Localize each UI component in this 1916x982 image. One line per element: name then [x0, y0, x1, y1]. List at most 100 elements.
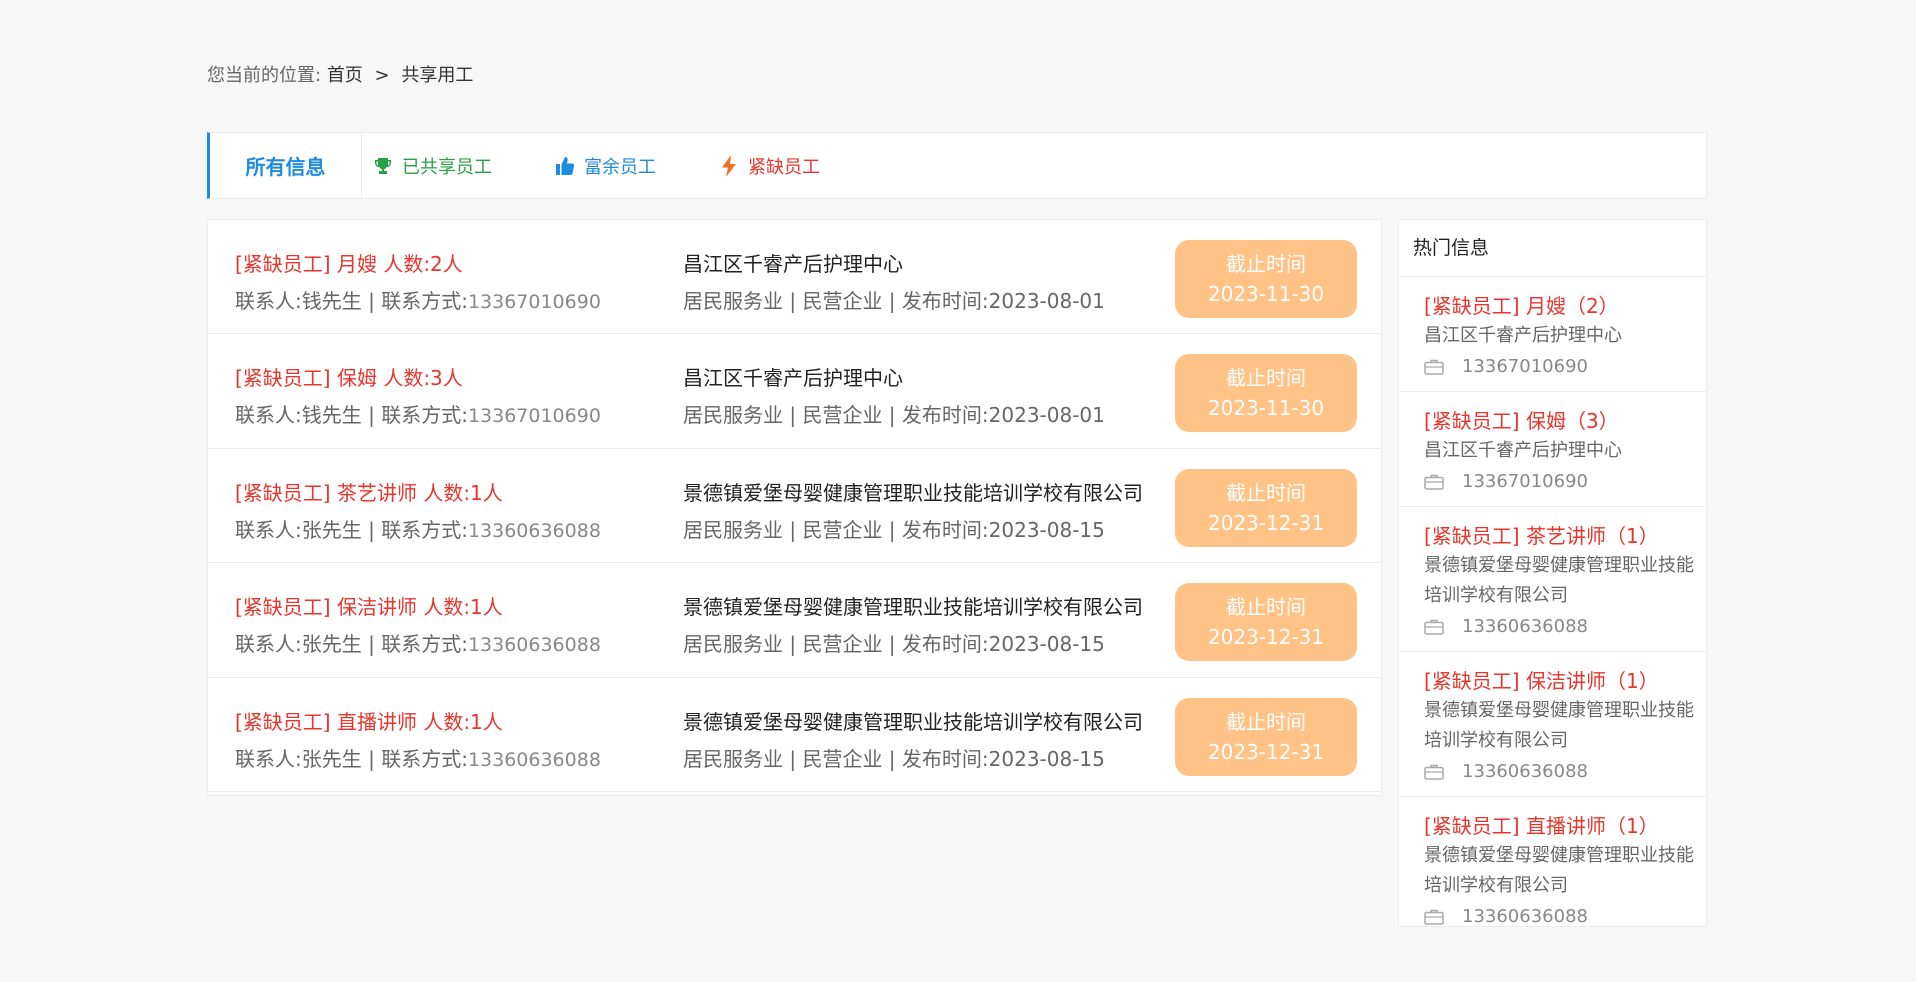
deadline-label: 截止时间 — [1226, 480, 1306, 505]
job-contact: 联系人:钱先生 | 联系方式:13367010690 — [235, 285, 601, 314]
deadline-badge[interactable]: 截止时间 2023-11-30 — [1175, 240, 1357, 318]
job-phone: 13360636088 — [467, 748, 601, 771]
job-meta: 居民服务业 | 民营企业 | 发布时间:2023-08-15 — [683, 746, 1105, 771]
hot-item-phone: 13367010690 — [1462, 471, 1588, 492]
job-title[interactable]: [紧缺员工] 月嫂 人数:2人 — [235, 248, 463, 277]
job-contact: 联系人:张先生 | 联系方式:13360636088 — [235, 514, 601, 543]
hot-item-company: 昌江区千睿产后护理中心 — [1424, 325, 1622, 346]
deadline-label: 截止时间 — [1226, 595, 1306, 620]
deadline-date: 2023-11-30 — [1207, 396, 1325, 421]
tab-surplus-label: 富余员工 — [584, 156, 656, 178]
deadline-badge[interactable]: 截止时间 2023-12-31 — [1175, 583, 1357, 662]
breadcrumb-current: 共享用工 — [401, 65, 474, 86]
tab-all-info[interactable]: 所有信息 — [210, 133, 362, 198]
lightning-icon — [718, 154, 740, 177]
hot-item-phone-row: 13360636088 — [1424, 611, 1694, 643]
deadline-date: 2023-12-31 — [1207, 510, 1325, 535]
job-contact-label: 联系人:张先生 | 联系方式: — [235, 517, 468, 542]
hot-info-heading: 热门信息 — [1399, 220, 1706, 277]
job-meta: 居民服务业 | 民营企业 | 发布时间:2023-08-01 — [683, 289, 1105, 313]
briefcase-icon — [1424, 909, 1444, 925]
hot-item-title[interactable]: [紧缺员工] 保洁讲师（1） — [1424, 666, 1694, 696]
job-list-row[interactable]: [紧缺员工] 月嫂 人数:2人 联系人:钱先生 | 联系方式:133670106… — [208, 220, 1381, 335]
hot-info-list: [紧缺员工] 月嫂（2） 昌江区千睿产后护理中心 13367010690 [紧缺… — [1399, 277, 1706, 927]
thumbs-up-icon — [554, 155, 576, 177]
deadline-label: 截止时间 — [1226, 366, 1306, 391]
category-tabbar: 所有信息 已共享员工 富余员工 紧缺员工 — [207, 132, 1707, 199]
hot-item-phone-row: 13360636088 — [1424, 756, 1694, 788]
briefcase-icon — [1424, 764, 1444, 780]
job-title[interactable]: [紧缺员工] 茶艺讲师 人数:1人 — [235, 477, 503, 506]
hot-item-phone-row: 13367010690 — [1424, 351, 1694, 383]
hot-item-company: 景德镇爱堡母婴健康管理职业技能培训学校有限公司 — [1424, 700, 1694, 751]
job-list: [紧缺员工] 月嫂 人数:2人 联系人:钱先生 | 联系方式:133670106… — [207, 219, 1382, 796]
hot-item-company: 景德镇爱堡母婴健康管理职业技能培训学校有限公司 — [1424, 555, 1694, 606]
breadcrumb: 您当前的位置: 首页 > 共享用工 — [207, 63, 473, 89]
job-phone: 13367010690 — [467, 291, 601, 313]
job-contact-label: 联系人:钱先生 | 联系方式: — [235, 403, 468, 428]
job-list-row[interactable]: [紧缺员工] 保洁讲师 人数:1人 联系人:张先生 | 联系方式:1336063… — [208, 563, 1381, 678]
job-phone: 13360636088 — [467, 519, 601, 542]
hot-item-title[interactable]: [紧缺员工] 保姆（3） — [1424, 406, 1694, 436]
job-contact: 联系人:钱先生 | 联系方式:13367010690 — [235, 399, 601, 428]
deadline-badge[interactable]: 截止时间 2023-12-31 — [1175, 697, 1357, 776]
job-title[interactable]: [紧缺员工] 保洁讲师 人数:1人 — [235, 591, 503, 620]
job-phone: 13367010690 — [467, 405, 601, 428]
hot-info-item[interactable]: [紧缺员工] 直播讲师（1） 景德镇爱堡母婴健康管理职业技能培训学校有限公司 1… — [1399, 797, 1706, 927]
hot-item-title[interactable]: [紧缺员工] 茶艺讲师（1） — [1424, 521, 1694, 551]
breadcrumb-home-link[interactable]: 首页 — [327, 65, 363, 86]
job-title[interactable]: [紧缺员工] 保姆 人数:3人 — [235, 362, 463, 391]
tab-urgent-employees[interactable]: 紧缺员工 — [718, 133, 820, 198]
hot-item-phone-row: 13367010690 — [1424, 466, 1694, 498]
briefcase-icon — [1424, 474, 1444, 490]
briefcase-icon — [1424, 619, 1444, 635]
deadline-label: 截止时间 — [1226, 709, 1306, 734]
hot-item-title[interactable]: [紧缺员工] 直播讲师（1） — [1424, 811, 1694, 841]
deadline-date: 2023-12-31 — [1207, 739, 1325, 764]
trophy-icon — [372, 155, 394, 177]
job-company[interactable]: 昌江区千睿产后护理中心 — [683, 362, 903, 391]
job-list-row[interactable]: [紧缺员工] 茶艺讲师 人数:1人 联系人:张先生 | 联系方式:1336063… — [208, 449, 1381, 564]
hot-item-phone: 13360636088 — [1462, 616, 1588, 637]
hot-info-item[interactable]: [紧缺员工] 保洁讲师（1） 景德镇爱堡母婴健康管理职业技能培训学校有限公司 1… — [1399, 652, 1706, 797]
job-contact-label: 联系人:钱先生 | 联系方式: — [235, 289, 468, 313]
deadline-label: 截止时间 — [1226, 252, 1306, 276]
hot-item-phone: 13360636088 — [1462, 906, 1588, 927]
job-company[interactable]: 景德镇爱堡母婴健康管理职业技能培训学校有限公司 — [683, 706, 1143, 735]
hot-info-item[interactable]: [紧缺员工] 保姆（3） 昌江区千睿产后护理中心 13367010690 — [1399, 392, 1706, 507]
job-company[interactable]: 景德镇爱堡母婴健康管理职业技能培训学校有限公司 — [683, 591, 1143, 620]
job-meta: 居民服务业 | 民营企业 | 发布时间:2023-08-01 — [683, 403, 1105, 428]
deadline-badge[interactable]: 截止时间 2023-11-30 — [1175, 354, 1357, 433]
breadcrumb-separator: > — [374, 65, 390, 86]
job-list-row[interactable]: [紧缺员工] 直播讲师 人数:1人 联系人:张先生 | 联系方式:1336063… — [208, 678, 1381, 792]
tab-urgent-label: 紧缺员工 — [748, 156, 820, 178]
hot-info-item[interactable]: [紧缺员工] 茶艺讲师（1） 景德镇爱堡母婴健康管理职业技能培训学校有限公司 1… — [1399, 507, 1706, 652]
job-contact-label: 联系人:张先生 | 联系方式: — [235, 632, 468, 657]
hot-item-company: 景德镇爱堡母婴健康管理职业技能培训学校有限公司 — [1424, 845, 1694, 896]
job-meta: 居民服务业 | 民营企业 | 发布时间:2023-08-15 — [683, 632, 1105, 657]
job-contact-label: 联系人:张先生 | 联系方式: — [235, 746, 468, 771]
job-contact: 联系人:张先生 | 联系方式:13360636088 — [235, 628, 601, 657]
job-list-row[interactable]: [紧缺员工] 保姆 人数:3人 联系人:钱先生 | 联系方式:133670106… — [208, 334, 1381, 449]
tab-shared-employees[interactable]: 已共享员工 — [372, 133, 492, 198]
deadline-date: 2023-12-31 — [1207, 625, 1325, 650]
job-phone: 13360636088 — [467, 634, 601, 657]
hot-item-phone-row: 13360636088 — [1424, 901, 1694, 927]
hot-item-company: 昌江区千睿产后护理中心 — [1424, 440, 1622, 461]
job-company[interactable]: 昌江区千睿产后护理中心 — [683, 248, 903, 277]
deadline-badge[interactable]: 截止时间 2023-12-31 — [1175, 468, 1357, 547]
hot-info-item[interactable]: [紧缺员工] 月嫂（2） 昌江区千睿产后护理中心 13367010690 — [1399, 277, 1706, 392]
tab-shared-label: 已共享员工 — [402, 156, 492, 178]
job-title[interactable]: [紧缺员工] 直播讲师 人数:1人 — [235, 706, 503, 735]
deadline-date: 2023-11-30 — [1207, 282, 1325, 306]
job-contact: 联系人:张先生 | 联系方式:13360636088 — [235, 743, 601, 772]
hot-item-title[interactable]: [紧缺员工] 月嫂（2） — [1424, 291, 1694, 321]
hot-item-phone: 13360636088 — [1462, 761, 1588, 782]
tab-surplus-employees[interactable]: 富余员工 — [554, 133, 656, 198]
hot-item-phone: 13367010690 — [1462, 356, 1588, 377]
job-meta: 居民服务业 | 民营企业 | 发布时间:2023-08-15 — [683, 517, 1105, 542]
briefcase-icon — [1424, 359, 1444, 375]
hot-info-panel: 热门信息 [紧缺员工] 月嫂（2） 昌江区千睿产后护理中心 1336701069… — [1398, 219, 1707, 927]
breadcrumb-prefix: 您当前的位置: — [207, 65, 322, 86]
job-company[interactable]: 景德镇爱堡母婴健康管理职业技能培训学校有限公司 — [683, 477, 1143, 506]
